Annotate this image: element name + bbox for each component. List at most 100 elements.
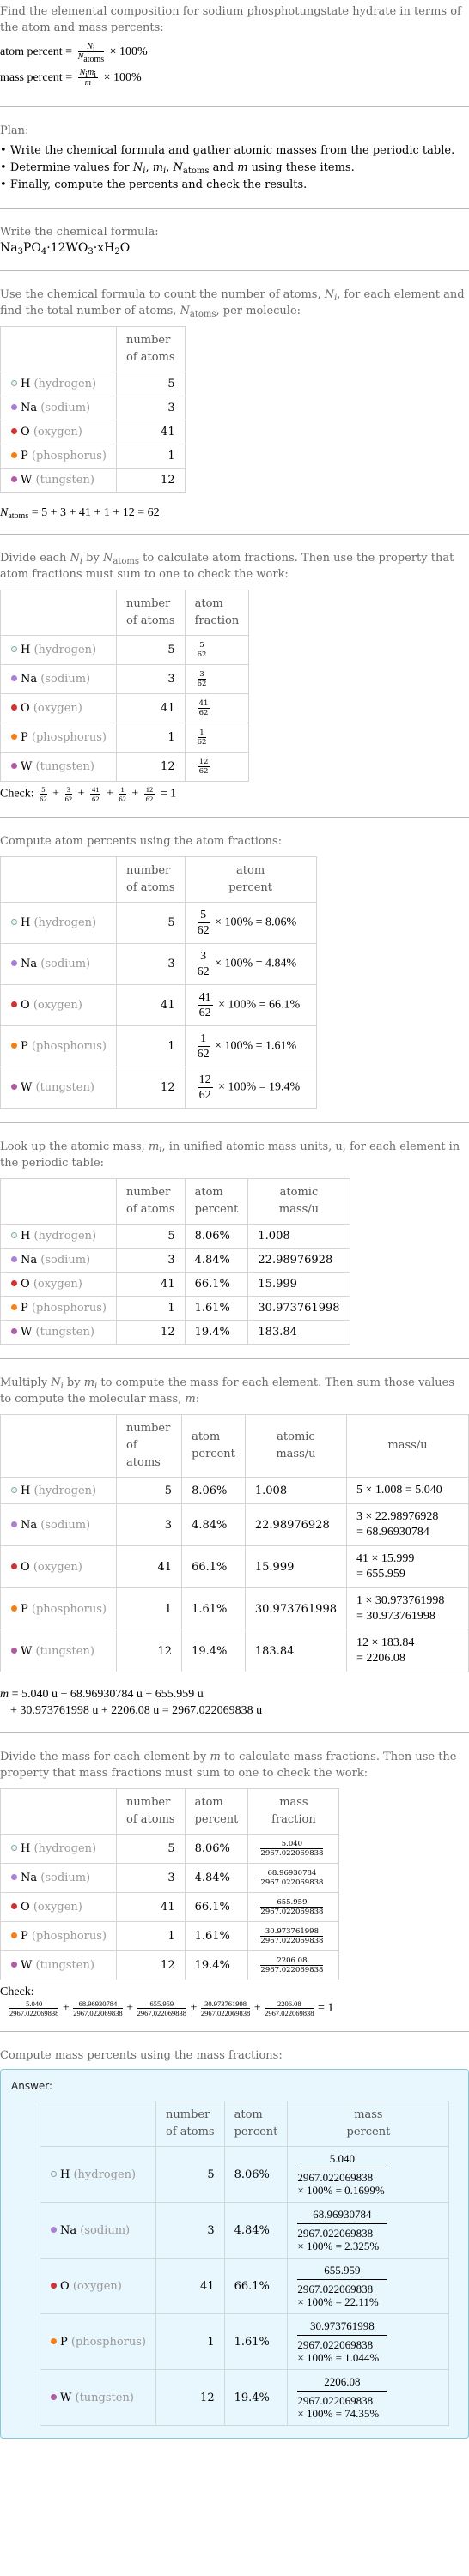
atom-percent: 4.84% <box>181 1503 246 1546</box>
atom-count: 41 <box>116 420 186 444</box>
element-color-dot-icon <box>11 1001 17 1007</box>
fraction: 3 62 <box>197 670 207 688</box>
formula-section: Write the chemical formula: Na3PO4·12WO3… <box>0 224 469 257</box>
element-color-dot-icon <box>11 1845 17 1851</box>
atom-percent: 1.61% <box>181 1587 246 1630</box>
atom-percent: 4.84% <box>223 2202 289 2259</box>
atom-percent: 66.1% <box>223 2258 289 2314</box>
atomic-mass: 1.008 <box>247 1224 350 1249</box>
atom-percent: 8.06% <box>181 1477 246 1504</box>
mass-percent-calc: 30.973761998 2967.022069838 × 100% = 1.044… <box>287 2313 450 2370</box>
check-fraction: 41 62 <box>89 785 101 803</box>
check-fraction: 1 62 <box>119 785 126 803</box>
element-color-dot-icon <box>51 2393 57 2400</box>
atom-count: 1 <box>116 1587 183 1630</box>
fraction: 3 62 <box>197 950 210 978</box>
atom-count: 5 <box>116 1834 186 1864</box>
atom-count: 41 <box>116 1545 183 1588</box>
check-fraction: 655.959 2967.022069838 <box>137 1999 186 2017</box>
table-row: O (oxygen) 41 66.1% 655.959 2967.022069838 <box>0 1892 340 1922</box>
atom-fraction-section: Divide each Ni by Natoms to calculate at… <box>0 550 469 803</box>
divider <box>0 817 469 818</box>
element-color-dot-icon <box>11 452 17 458</box>
atom-fraction-check: Check: 5 62 + 3 62 + 41 62 + 1 62 + 12 62 = 1 <box>0 785 177 803</box>
element-cell: Na (sodium) <box>39 2202 157 2259</box>
molecular-mass-rows: H (hydrogen) 5 8.06% 1.008 5 × 1.008 = 5.040… <box>0 1477 469 1672</box>
check-fraction: 68.96930784 2967.022069838 <box>73 1999 123 2017</box>
element-cell: H (hydrogen) <box>0 902 118 944</box>
element-color-dot-icon <box>11 476 17 482</box>
atom-percent: 19.4% <box>184 1950 249 1980</box>
element-cell: H (hydrogen) <box>0 635 118 665</box>
table-row: H (hydrogen) 5 8.06% 1.008 <box>0 1224 350 1249</box>
atom-count: 3 <box>116 396 186 420</box>
atomic-mass: 15.999 <box>244 1545 348 1588</box>
count-rows: H (hydrogen) 5 Na (sodium) 3 O (oxygen) 41 P (… <box>0 372 186 493</box>
mass-fraction: 68.96930784 2967.022069838 <box>260 1869 324 1887</box>
element-color-dot-icon <box>11 1043 17 1049</box>
mass-fraction-cell: 2206.08 2967.022069838 <box>247 1950 340 1980</box>
element-color-dot-icon <box>11 1486 17 1493</box>
table-row: P (phosphorus) 1 1.61% 30.973761998 <box>0 1296 350 1321</box>
atom-percent-formula: atom percent = Ni Natoms × 100% <box>0 42 148 65</box>
element-cell: H (hydrogen) <box>0 1224 118 1249</box>
natoms-equation: Natoms = 5 + 3 + 41 + 1 + 12 = 62 <box>0 506 160 521</box>
element-cell: Na (sodium) <box>0 1503 118 1546</box>
element-cell: H (hydrogen) <box>0 372 118 396</box>
mass-percent-calc: 68.96930784 2967.022069838 × 100% = 2.325% <box>287 2202 450 2259</box>
table-row: Na (sodium) 3 <box>0 396 186 420</box>
molecular-mass-section: Multiply Ni by mi to compute the mass fo… <box>0 1375 469 1719</box>
element-cell: W (tungsten) <box>0 1950 118 1980</box>
element-cell: Na (sodium) <box>0 1248 118 1273</box>
element-color-dot-icon <box>11 734 17 740</box>
atom-count: 12 <box>155 2369 225 2426</box>
element-color-dot-icon <box>11 763 17 769</box>
atom-percent-fraction: Ni Natoms <box>77 42 105 65</box>
mass-fraction: 5.040 2967.022069838 <box>260 1840 324 1858</box>
mass-fraction-cell: 30.973761998 2967.022069838 <box>247 1921 340 1951</box>
table-row: P (phosphorus) 1 <box>0 444 186 469</box>
atom-fraction-rows: H (hydrogen) 5 5 62 Na (sodium) 3 3 62 O (oxygen… <box>0 635 250 782</box>
atom-percent-section: Compute atom percents using the atom fra… <box>0 833 469 1109</box>
atom-count: 41 <box>116 1272 186 1297</box>
atom-count: 3 <box>116 664 186 694</box>
mass-lookup-text: Look up the atomic mass, mi, in unified … <box>0 1140 460 1170</box>
atom-percent-calc: 5 62 × 100% = 8.06% <box>184 902 317 944</box>
count-text: Use the chemical formula to count the nu… <box>0 288 465 319</box>
table-row: H (hydrogen) 5 8.06% 5.040 2967.022069838 × 1… <box>39 2146 450 2203</box>
element-color-dot-icon <box>11 704 17 711</box>
element-color-dot-icon <box>11 1563 17 1569</box>
element-color-dot-icon <box>11 1304 17 1310</box>
atom-percent-text: Compute atom percents using the atom fra… <box>0 835 283 848</box>
element-cell: O (oxygen) <box>0 1272 118 1297</box>
fraction: 5 62 <box>197 641 207 659</box>
mass-percent-calc: 655.959 2967.022069838 × 100% = 22.11% <box>287 2258 450 2314</box>
table-row: O (oxygen) 41 66.1% 15.999 <box>0 1272 350 1297</box>
check-fraction: 30.973761998 2967.022069838 <box>200 1999 251 2017</box>
element-cell: O (oxygen) <box>0 1892 118 1922</box>
mass-fraction: 2206.08 2967.022069838 <box>260 1956 324 1974</box>
molecular-mass-text: Multiply Ni by mi to compute the mass fo… <box>0 1376 454 1406</box>
mass-percent-section: Compute mass percents using the mass fra… <box>0 2047 469 2442</box>
atom-count: 12 <box>116 1630 183 1672</box>
molecular-mass-equation: m = 5.040 u + 68.96930784 u + 655.959 u … <box>0 1688 263 1717</box>
atom-count: 5 <box>116 372 186 396</box>
check-fraction: 5.040 2967.022069838 <box>9 1999 59 2017</box>
plan-item: Write the chemical formula and gather at… <box>0 142 469 160</box>
fraction: 12 62 <box>197 1073 213 1102</box>
table-row: W (tungsten) 12 19.4% 2206.08 2967.022069838… <box>39 2369 450 2426</box>
atom-percent: 8.06% <box>184 1224 249 1249</box>
element-color-dot-icon <box>11 1256 17 1262</box>
table-row: O (oxygen) 41 66.1% 15.999 41 × 15.999 = 655.… <box>0 1545 469 1588</box>
atom-percent-table: number of atoms atom percent H (hydrogen) 5… <box>0 856 317 1109</box>
check-fraction: 5 62 <box>40 785 47 803</box>
atom-percent-calc: 41 62 × 100% = 66.1% <box>184 984 317 1026</box>
atom-percent: 4.84% <box>184 1248 249 1273</box>
atomic-mass: 22.98976928 <box>244 1503 348 1546</box>
plan-item: Finally, compute the percents and check … <box>0 177 469 194</box>
element-color-dot-icon <box>11 1605 17 1612</box>
atom-count: 41 <box>116 693 186 723</box>
element-color-dot-icon <box>11 675 17 681</box>
table-row: O (oxygen) 41 41 62 <box>0 693 250 723</box>
table-row: P (phosphorus) 1 1 62 × 100% = 1.61% <box>0 1025 317 1067</box>
